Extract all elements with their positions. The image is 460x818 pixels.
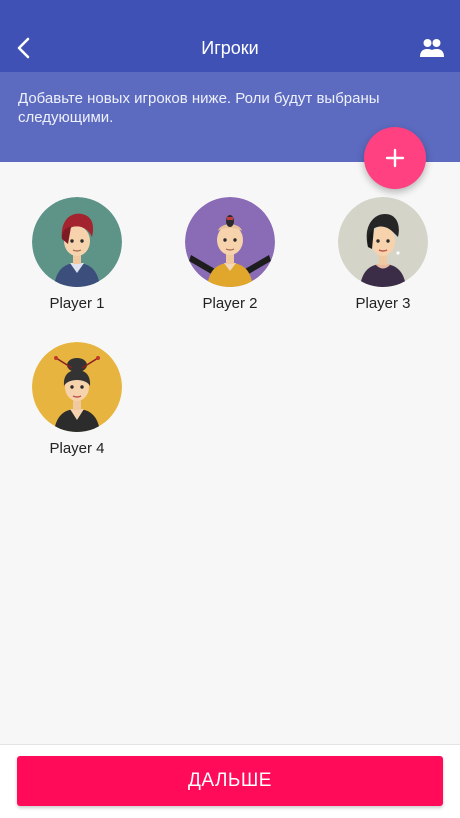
page-title: Игроки (201, 38, 259, 58)
players-button[interactable] (410, 28, 454, 68)
plus-icon (385, 148, 405, 168)
player-card-1[interactable]: Player 1 (22, 197, 132, 313)
player-name-4: Player 4 (49, 440, 105, 457)
back-button[interactable] (4, 28, 44, 68)
next-button[interactable]: ДАЛЬШЕ (17, 756, 443, 806)
app-bar: Игроки (0, 24, 460, 72)
add-player-button[interactable] (364, 127, 426, 189)
player-avatar-1 (32, 197, 122, 287)
player-name-1: Player 1 (49, 295, 105, 312)
player-name-2: Player 2 (202, 295, 258, 312)
player-card-2[interactable]: Player 2 (175, 197, 285, 313)
player-avatar-2 (185, 197, 275, 287)
banner-text: Добавьте новых игроков ниже. Роли будут … (18, 90, 380, 126)
player-name-3: Player 3 (355, 295, 411, 312)
back-chevron-icon (17, 37, 30, 59)
players-screen: Игроки Добавьте новых игроков ниже. Роли… (0, 0, 460, 818)
player-avatar-3 (338, 197, 428, 287)
people-icon (420, 39, 444, 57)
player-avatar-4 (32, 342, 122, 432)
player-card-4[interactable]: Player 4 (22, 342, 132, 458)
player-card-3[interactable]: Player 3 (328, 197, 438, 313)
status-bar (0, 0, 460, 24)
